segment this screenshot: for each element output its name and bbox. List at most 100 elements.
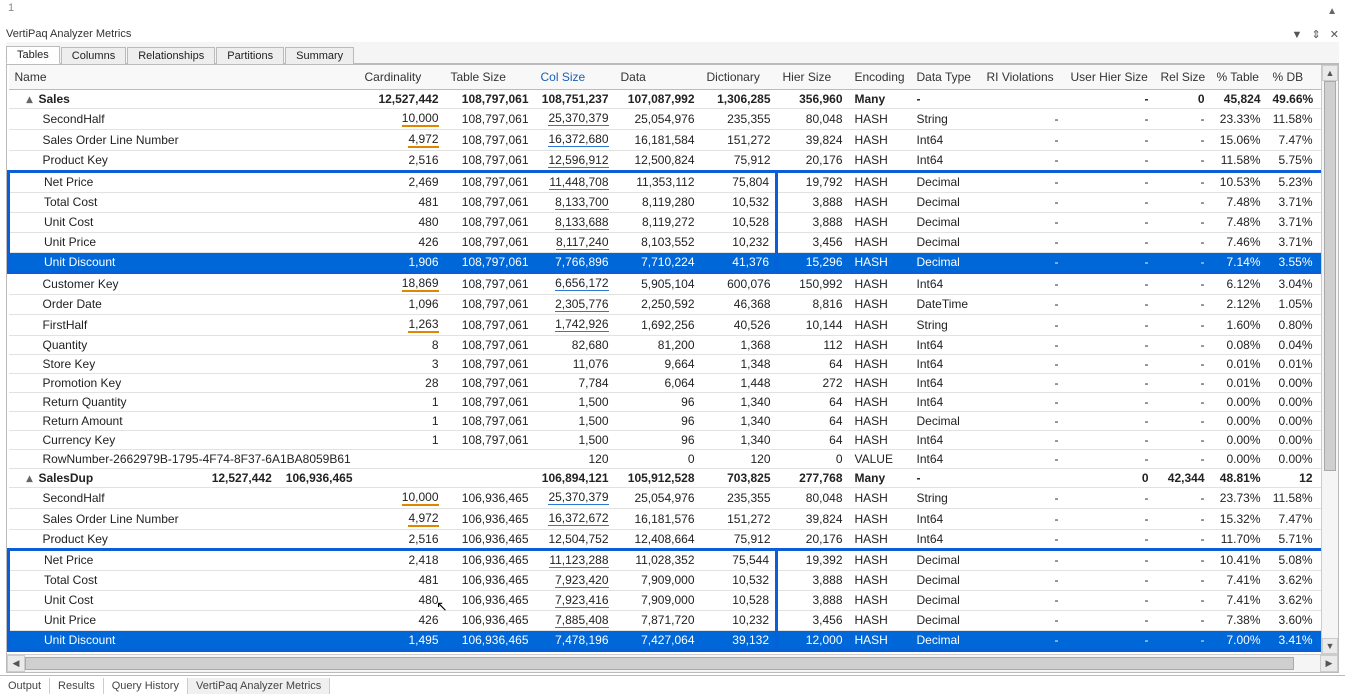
top-tabbar: TablesColumnsRelationshipsPartitionsSumm… <box>6 42 1339 64</box>
cell-uhier: - <box>1065 129 1155 150</box>
cell-dict: 10,232 <box>701 610 777 630</box>
table-row[interactable]: Total Cost481106,936,4657,923,4207,909,0… <box>9 570 1339 590</box>
cell-pctT: 0.00% <box>1211 430 1267 449</box>
cell-ri: - <box>981 335 1065 354</box>
cell-pctDB: 3.62% <box>1267 570 1319 590</box>
cell-dict: 703,825 <box>701 468 777 487</box>
expander-icon[interactable]: ▴ <box>25 471 35 485</box>
table-row[interactable]: Sales Order Line Number4,972108,797,0611… <box>9 129 1339 150</box>
cell-dict: 235,355 <box>701 108 777 129</box>
col-header-tsize[interactable]: Table Size <box>445 65 535 89</box>
table-row[interactable]: Sales Order Line Number4,972106,936,4651… <box>9 508 1339 529</box>
table-row[interactable]: Net Price2,469108,797,06111,448,70811,35… <box>9 171 1339 192</box>
cell-data: 6,064 <box>615 373 701 392</box>
cell-name: RowNumber-2662979B-1795-4F74-8F37-6A1BA8… <box>9 449 359 468</box>
col-header-card[interactable]: Cardinality <box>359 65 445 89</box>
col-header-uhier[interactable]: User Hier Size <box>1065 65 1155 89</box>
cell-data: 12,500,824 <box>615 150 701 171</box>
table-row[interactable]: Net Price2,418106,936,46511,123,28811,02… <box>9 549 1339 570</box>
vertical-scrollbar[interactable]: ▲ ▼ <box>1321 65 1338 654</box>
table-row[interactable]: Product Key2,516106,936,46512,504,75212,… <box>9 529 1339 549</box>
cell-hier: 150,992 <box>777 272 849 294</box>
horizontal-scrollbar[interactable]: ◀ ▶ <box>7 654 1338 672</box>
ribbon-collapse-icon[interactable]: ▲ <box>1327 6 1337 17</box>
cell-rel: - <box>1155 529 1211 549</box>
grid-scroll[interactable]: NameCardinalityTable SizeCol SizeDataDic… <box>7 65 1338 654</box>
cell-uhier: - <box>1065 610 1155 630</box>
group-row[interactable]: ▴Sales12,527,442108,797,061108,751,23710… <box>9 89 1339 108</box>
col-header-dtype[interactable]: Data Type <box>911 65 981 89</box>
table-row[interactable]: Product Key2,516108,797,06112,596,91212,… <box>9 150 1339 171</box>
col-header-name[interactable]: Name <box>9 65 359 89</box>
bottom-tab-vertipaq-analyzer-metrics[interactable]: VertiPaq Analyzer Metrics <box>188 678 330 694</box>
table-row[interactable]: FirstHalf1,263108,797,0611,742,9261,692,… <box>9 314 1339 335</box>
tab-partitions[interactable]: Partitions <box>216 47 284 64</box>
cell-pctDB: 11.58% <box>1267 108 1319 129</box>
tab-columns[interactable]: Columns <box>61 47 126 64</box>
table-row[interactable]: Unit Discount1,495106,936,4657,478,1967,… <box>9 630 1339 650</box>
group-row[interactable]: ▴SalesDup106,936,46512,527,442106,894,12… <box>9 468 1339 487</box>
col-header-ri[interactable]: RI Violations <box>981 65 1065 89</box>
tab-summary[interactable]: Summary <box>285 47 354 64</box>
bottom-tab-results[interactable]: Results <box>50 678 104 694</box>
table-row[interactable]: RowNumber-2662979B-1795-4F74-8F37-6A1BA8… <box>9 449 1339 468</box>
scroll-up-icon[interactable]: ▲ <box>1322 65 1338 81</box>
table-row[interactable]: Currency Key1108,797,0611,500961,34064HA… <box>9 430 1339 449</box>
panel-close-icon[interactable]: ✕ <box>1330 29 1339 41</box>
cell-card: 1 <box>359 392 445 411</box>
cell-rel: - <box>1155 108 1211 129</box>
cell-tsize: 108,797,061 <box>445 171 535 192</box>
table-row[interactable]: Unit Cost480108,797,0618,133,6888,119,27… <box>9 212 1339 232</box>
table-row[interactable]: Unit Price426106,936,4657,885,4087,871,7… <box>9 610 1339 630</box>
table-row[interactable]: Unit Discount1,906108,797,0617,766,8967,… <box>9 252 1339 272</box>
cell-rel: - <box>1155 508 1211 529</box>
col-header-pctT[interactable]: % Table <box>1211 65 1267 89</box>
table-row[interactable]: Unit Cost480106,936,4657,923,4167,909,00… <box>9 590 1339 610</box>
bottom-tab-query-history[interactable]: Query History <box>104 678 188 694</box>
table-row[interactable]: Promotion Key28108,797,0617,7846,0641,44… <box>9 373 1339 392</box>
cell-ri: - <box>981 129 1065 150</box>
table-row[interactable]: Return Amount1108,797,0611,500961,34064H… <box>9 411 1339 430</box>
table-row[interactable]: Total Cost481108,797,0618,133,7008,119,2… <box>9 192 1339 212</box>
table-row[interactable]: Unit Price426108,797,0618,117,2408,103,5… <box>9 232 1339 252</box>
panel-dropdown-icon[interactable]: ▼ <box>1292 29 1303 41</box>
table-row[interactable]: Store Key3108,797,06111,0769,6641,34864H… <box>9 354 1339 373</box>
cell-ri: - <box>981 272 1065 294</box>
col-header-rel[interactable]: Rel Size <box>1155 65 1211 89</box>
scroll-left-icon[interactable]: ◀ <box>7 655 25 672</box>
expander-icon[interactable]: ▴ <box>25 92 35 106</box>
table-row[interactable]: SecondHalf10,000108,797,06125,370,37925,… <box>9 108 1339 129</box>
cell-dtype: Int64 <box>911 529 981 549</box>
cell-uhier: - <box>1065 294 1155 314</box>
scroll-right-icon[interactable]: ▶ <box>1320 655 1338 672</box>
cell-rel: - <box>1155 212 1211 232</box>
cell-uhier: - <box>1065 354 1155 373</box>
cell-csize: 7,923,416 <box>535 590 615 610</box>
hscroll-thumb[interactable] <box>25 657 1294 670</box>
cell-rel: - <box>1155 252 1211 272</box>
cell-name: Customer Key <box>9 272 359 294</box>
tab-relationships[interactable]: Relationships <box>127 47 215 64</box>
vscroll-thumb[interactable] <box>1324 81 1336 471</box>
cell-hier: 64 <box>777 411 849 430</box>
col-header-pctDB[interactable]: % DB <box>1267 65 1319 89</box>
panel-pin-icon[interactable]: ⇕ <box>1312 29 1321 41</box>
cell-enc: HASH <box>849 487 911 508</box>
cell-ri: - <box>981 192 1065 212</box>
cell-dtype: Decimal <box>911 610 981 630</box>
table-row[interactable]: Order Date1,096108,797,0612,305,7762,250… <box>9 294 1339 314</box>
col-header-data[interactable]: Data <box>615 65 701 89</box>
cell-dtype: Decimal <box>911 171 981 192</box>
scroll-down-icon[interactable]: ▼ <box>1322 638 1338 654</box>
table-row[interactable]: SecondHalf10,000106,936,46525,370,37925,… <box>9 487 1339 508</box>
table-row[interactable]: Customer Key18,869108,797,0616,656,1725,… <box>9 272 1339 294</box>
table-row[interactable]: Quantity8108,797,06182,68081,2001,368112… <box>9 335 1339 354</box>
table-row[interactable]: Return Quantity1108,797,0611,500961,3406… <box>9 392 1339 411</box>
bottom-tab-output[interactable]: Output <box>0 678 50 694</box>
tab-tables[interactable]: Tables <box>6 46 60 64</box>
col-header-dict[interactable]: Dictionary <box>701 65 777 89</box>
col-header-hier[interactable]: Hier Size <box>777 65 849 89</box>
col-header-csize[interactable]: Col Size <box>535 65 615 89</box>
cell-dtype: Int64 <box>911 335 981 354</box>
col-header-enc[interactable]: Encoding <box>849 65 911 89</box>
